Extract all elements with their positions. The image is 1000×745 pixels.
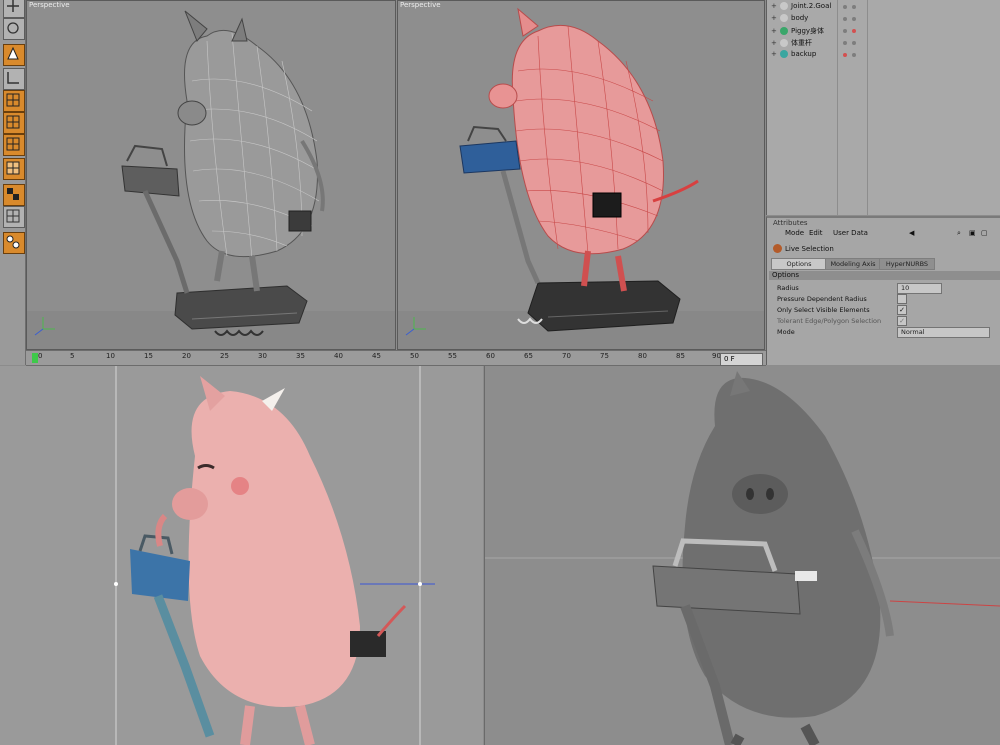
expand-icon[interactable]: + (771, 14, 780, 22)
timeline-tick: 80 (638, 352, 647, 360)
wireframe-pig-model (27, 10, 395, 349)
timeline-tick: 70 (562, 352, 571, 360)
object-row[interactable]: + Joint.2.Goal (771, 2, 831, 13)
pressure-radius-checkbox[interactable] (897, 294, 907, 304)
grid-icon[interactable] (3, 112, 25, 134)
joint-icon (780, 2, 788, 10)
timeline-tick: 40 (334, 352, 343, 360)
checker-icon[interactable] (3, 184, 25, 206)
tolerant-selection-checkbox[interactable]: ✓ (897, 316, 907, 326)
object-icon (780, 39, 788, 47)
node-icon[interactable] (3, 232, 25, 254)
radius-label: Radius (777, 284, 799, 292)
axis-tool-icon[interactable] (3, 44, 25, 66)
attribute-manager: Attributes Mode Edit User Data ◀ ⌕ ▣ ▢ L… (766, 216, 1000, 365)
object-name: 体重杆 (791, 39, 812, 47)
tolerant-selection-label: Tolerant Edge/Polygon Selection (777, 317, 882, 325)
pressure-radius-label: Pressure Dependent Radius (777, 295, 867, 303)
timeline-ruler[interactable]: 0 5 10 15 20 25 30 35 40 45 50 55 60 65 … (26, 350, 766, 366)
visible-elements-checkbox[interactable]: ✓ (897, 305, 907, 315)
rendered-pink-pig (114, 366, 435, 745)
timeline-tick: 0 (38, 352, 43, 360)
rendered-grey-pig (485, 371, 1000, 745)
timeline-tick: 65 (524, 352, 533, 360)
tool-name: Live Selection (785, 245, 834, 253)
timeline-tick: 85 (676, 352, 685, 360)
object-icon (780, 14, 788, 22)
tab-hypernurbs[interactable]: HyperNURBS (879, 258, 935, 270)
timeline-tick: 55 (448, 352, 457, 360)
viewport-perspective-left[interactable]: Perspective (26, 0, 396, 350)
axis-corner-icon[interactable] (3, 68, 25, 90)
timeline-tick: 5 (70, 352, 75, 360)
panel-title: Attributes (773, 219, 808, 227)
timeline-tick: 75 (600, 352, 609, 360)
object-manager: + Joint.2.Goal + body + Piggy身体 + 体重杆 + backu… (766, 0, 1000, 215)
timeline-tick: 20 (182, 352, 191, 360)
null-icon (780, 50, 788, 58)
object-row[interactable]: + body (771, 14, 808, 25)
lock-icon[interactable]: ▣ (969, 229, 976, 237)
tool-palette (0, 0, 26, 365)
current-frame-field[interactable]: 0 F (720, 353, 763, 366)
section-header: Options (769, 271, 1000, 280)
object-row[interactable]: + backup (771, 50, 816, 61)
mode-label: Mode (777, 328, 795, 336)
expand-icon[interactable]: + (771, 39, 780, 47)
object-row[interactable]: + 体重杆 (771, 38, 812, 49)
grid-icon[interactable] (3, 158, 25, 180)
object-row[interactable]: + Piggy身体 (771, 26, 824, 37)
menu-mode[interactable]: Mode (785, 229, 804, 237)
timeline-tick: 35 (296, 352, 305, 360)
expand-icon[interactable]: + (771, 50, 780, 58)
timeline-tick: 30 (258, 352, 267, 360)
visible-elements-label: Only Select Visible Elements (777, 306, 870, 314)
menu-user-data[interactable]: User Data (833, 229, 868, 237)
radius-input[interactable]: 10 (897, 283, 942, 294)
object-name: Piggy身体 (791, 27, 825, 35)
grid-icon[interactable] (3, 134, 25, 156)
object-name: Joint.2.Goal (791, 2, 832, 10)
object-name: backup (791, 50, 817, 58)
timeline-tick: 15 (144, 352, 153, 360)
selected-pig-model (398, 7, 764, 349)
menu-edit[interactable]: Edit (809, 229, 823, 237)
object-name: body (791, 14, 809, 22)
render-view-grey (484, 366, 1000, 745)
rotate-tool-icon[interactable] (3, 18, 25, 40)
move-tool-icon[interactable] (3, 0, 25, 18)
timeline-tick: 10 (106, 352, 115, 360)
timeline-tick: 50 (410, 352, 419, 360)
render-view-pink (0, 366, 483, 745)
timeline-tick: 25 (220, 352, 229, 360)
expand-icon[interactable]: + (771, 2, 780, 10)
timeline-tick: 45 (372, 352, 381, 360)
viewport-perspective-right[interactable]: Perspective (397, 0, 765, 350)
expand-icon[interactable]: + (771, 27, 780, 35)
live-selection-icon (773, 244, 782, 253)
tab-modeling-axis[interactable]: Modeling Axis (825, 258, 881, 270)
search-icon[interactable]: ⌕ (957, 229, 961, 238)
timeline-tick: 60 (486, 352, 495, 360)
back-arrow-icon[interactable]: ◀ (909, 229, 914, 237)
polygon-grid-icon[interactable] (3, 90, 25, 112)
new-panel-icon[interactable]: ▢ (981, 229, 988, 237)
tab-options[interactable]: Options (771, 258, 827, 270)
mesh-icon (780, 27, 788, 35)
mode-dropdown[interactable]: Normal (897, 327, 990, 338)
grid-icon[interactable] (3, 206, 25, 228)
